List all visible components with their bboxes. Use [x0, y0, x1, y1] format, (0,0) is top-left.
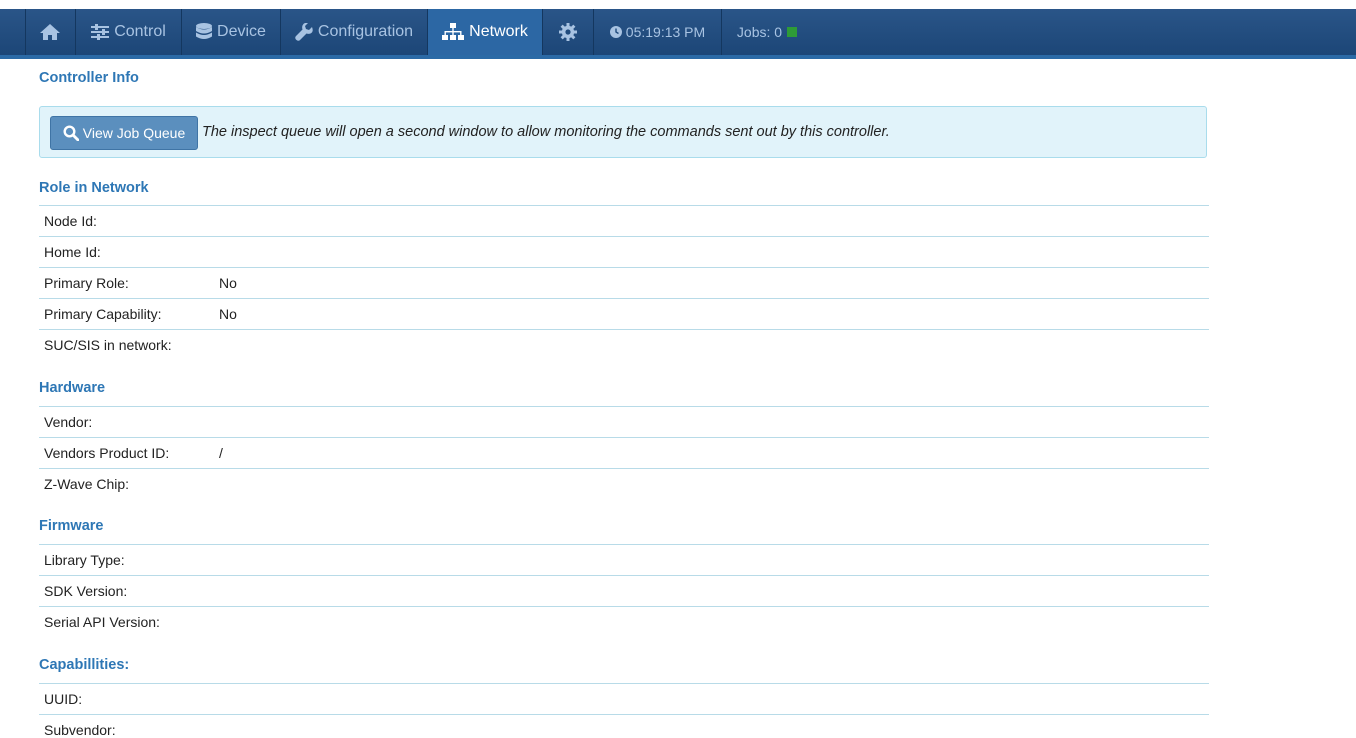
wrench-icon — [295, 23, 313, 41]
nav-network-label: Network — [469, 23, 528, 40]
row-label: SUC/SIS in network: — [44, 337, 172, 353]
database-icon — [196, 23, 213, 41]
row-label: Library Type: — [44, 552, 125, 568]
view-job-queue-label: View Job Queue — [82, 125, 186, 141]
sitemap-icon — [442, 23, 465, 41]
nav-device[interactable]: Device — [182, 9, 281, 55]
section-title-hardware: Hardware — [39, 380, 106, 396]
row-label: Primary Role: — [44, 275, 129, 291]
nav-control[interactable]: Control — [76, 9, 182, 55]
info-row-subvendor: Subvendor: — [39, 714, 1209, 738]
nav-network[interactable]: Network — [428, 9, 543, 55]
info-row-serial-api-version: Serial API Version: — [39, 606, 1209, 637]
row-label: SDK Version: — [44, 583, 128, 599]
jobs-count: Jobs: 0 — [736, 24, 783, 40]
info-row-primary-role: Primary Role: No — [39, 267, 1209, 298]
gear-icon — [559, 23, 577, 41]
alert-text: The inspect queue will open a second win… — [202, 124, 890, 140]
row-label: Vendor: — [44, 414, 93, 430]
row-label: UUID: — [44, 691, 83, 707]
section-title-role: Role in Network — [39, 180, 149, 196]
row-label: Serial API Version: — [44, 614, 160, 630]
top-strip — [0, 0, 1356, 9]
nav-configuration-label: Configuration — [317, 23, 414, 40]
nav-jobs[interactable]: Jobs: 0 — [722, 9, 812, 55]
navbar-left-pad — [0, 9, 26, 55]
row-label: Z-Wave Chip: — [44, 476, 130, 492]
info-row-node-id: Node Id: — [39, 205, 1209, 236]
info-row-zwave-chip: Z-Wave Chip: — [39, 468, 1209, 499]
info-row-uuid: UUID: — [39, 683, 1209, 714]
row-label: Vendors Product ID: — [44, 445, 170, 461]
row-label: Home Id: — [44, 244, 101, 260]
info-row-sdk-version: SDK Version: — [39, 575, 1209, 606]
row-label: Node Id: — [44, 213, 97, 229]
sliders-icon — [91, 24, 110, 40]
info-row-library-type: Library Type: — [39, 544, 1209, 575]
search-icon — [63, 125, 79, 141]
nav-clock: 05:19:13 PM — [594, 9, 722, 55]
info-row-vendors-product-id: Vendors Product ID: / — [39, 437, 1209, 468]
section-title-capabilities: Capabillities: — [39, 657, 130, 673]
row-value: / — [219, 445, 223, 461]
row-label: Primary Capability: — [44, 306, 162, 322]
section-title-firmware: Firmware — [39, 518, 104, 534]
nav-device-label: Device — [217, 23, 266, 40]
home-icon — [39, 23, 61, 41]
info-row-home-id: Home Id: — [39, 236, 1209, 267]
view-job-queue-button[interactable]: View Job Queue — [50, 116, 198, 150]
clock-icon — [609, 26, 622, 38]
info-row-vendor: Vendor: — [39, 406, 1209, 437]
row-value: No — [219, 306, 237, 322]
row-value: No — [219, 275, 237, 291]
job-queue-alert: View Job Queue The inspect queue will op… — [39, 106, 1207, 158]
info-row-suc-sis: SUC/SIS in network: — [39, 329, 1209, 360]
nav-settings[interactable] — [543, 9, 594, 55]
row-label: Subvendor: — [44, 722, 116, 738]
nav-control-label: Control — [114, 23, 166, 40]
page-title: Controller Info — [39, 70, 139, 86]
status-square-icon — [787, 27, 798, 37]
clock-time: 05:19:13 PM — [625, 24, 706, 40]
top-navbar: Control Device Configuration Network 05:… — [0, 9, 1356, 59]
nav-home[interactable] — [25, 9, 76, 55]
nav-configuration[interactable]: Configuration — [281, 9, 428, 55]
info-row-primary-capability: Primary Capability: No — [39, 298, 1209, 329]
